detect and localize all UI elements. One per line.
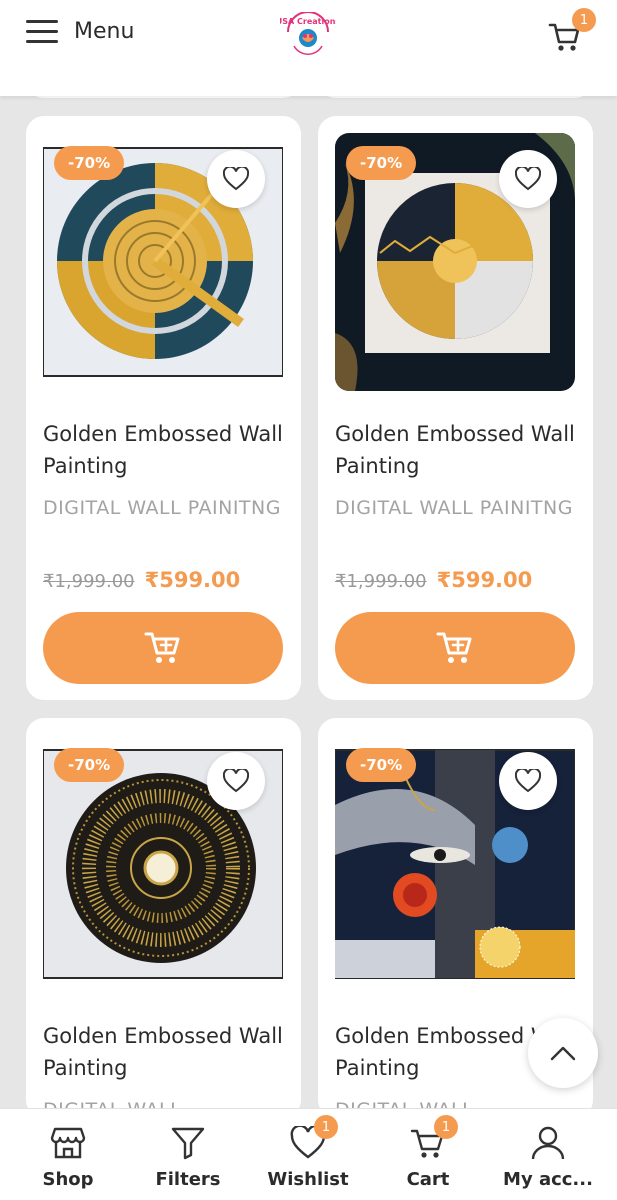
add-to-cart-button[interactable] (43, 612, 283, 684)
sale-price: ₹599.00 (144, 568, 241, 592)
heart-icon (515, 769, 541, 793)
header-cart-button[interactable]: 1 (548, 8, 596, 56)
shop-icon (48, 1123, 88, 1163)
nav-label: Wishlist (267, 1169, 349, 1190)
sale-price: ₹599.00 (436, 568, 533, 592)
nav-item-wishlist[interactable]: 1 Wishlist (248, 1109, 368, 1200)
cart-count-badge: 1 (434, 1115, 458, 1139)
product-prices: ₹1,999.00 ₹599.00 (43, 568, 240, 592)
add-to-cart-button[interactable] (335, 612, 575, 684)
add-to-wishlist-button[interactable] (207, 150, 265, 208)
heart-icon (515, 167, 541, 191)
nav-item-shop[interactable]: Shop (8, 1109, 128, 1200)
original-price: ₹1,999.00 (335, 571, 427, 592)
bottom-navigation: Shop Filters 1 Wishlist 1 Cart My acc... (0, 1108, 617, 1200)
product-title[interactable]: Golden Embossed Wall Painting (43, 1020, 293, 1084)
heart-icon (223, 769, 249, 793)
cart-icon (144, 632, 180, 663)
product-card[interactable]: -70% Golden Embossed Wall Painting DIGIT… (26, 116, 301, 700)
nav-label: Filters (155, 1169, 221, 1190)
nav-label: Cart (406, 1169, 450, 1190)
filter-icon (168, 1123, 208, 1163)
scroll-to-top-button[interactable] (528, 1018, 598, 1088)
product-card[interactable]: -70% Golden Embossed Wall Painting DIGIT… (318, 116, 593, 700)
nav-item-cart[interactable]: 1 Cart (368, 1109, 488, 1200)
user-icon (528, 1123, 568, 1163)
nav-label: My acc... (503, 1169, 593, 1190)
nav-label: Shop (42, 1169, 94, 1190)
add-to-wishlist-button[interactable] (499, 752, 557, 810)
nav-item-filters[interactable]: Filters (128, 1109, 248, 1200)
discount-badge: -70% (346, 748, 417, 782)
discount-badge: -70% (346, 146, 417, 180)
original-price: ₹1,999.00 (43, 571, 135, 592)
add-to-wishlist-button[interactable] (207, 752, 265, 810)
discount-badge: -70% (54, 146, 125, 180)
product-prices: ₹1,999.00 ₹599.00 (335, 568, 532, 592)
heart-icon: 1 (288, 1115, 338, 1163)
cart-icon: 1 (408, 1115, 458, 1163)
app-header: Menu USA Creations 1 (0, 0, 617, 96)
cart-count-badge: 1 (572, 8, 596, 32)
svg-text:USA Creations: USA Creations (280, 17, 336, 26)
menu-button[interactable]: Menu (26, 18, 134, 44)
hamburger-icon (26, 18, 58, 44)
product-category: DIGITAL WALL PAINITNG (43, 497, 281, 519)
menu-label: Menu (74, 18, 135, 44)
cart-icon (436, 632, 472, 663)
nav-item-my-account[interactable]: My acc... (488, 1109, 608, 1200)
product-card[interactable]: -70% Golden Embossed Wall Painting DIGIT… (26, 718, 301, 1118)
product-category: DIGITAL WALL PAINITNG (335, 497, 573, 519)
product-title[interactable]: Golden Embossed Wall Painting (43, 418, 293, 482)
chevron-up-icon (550, 1046, 576, 1061)
wishlist-count-badge: 1 (314, 1115, 338, 1139)
add-to-wishlist-button[interactable] (499, 150, 557, 208)
discount-badge: -70% (54, 748, 125, 782)
store-logo[interactable]: USA Creations (276, 11, 340, 56)
product-title[interactable]: Golden Embossed Wall Painting (335, 418, 585, 482)
heart-icon (223, 167, 249, 191)
